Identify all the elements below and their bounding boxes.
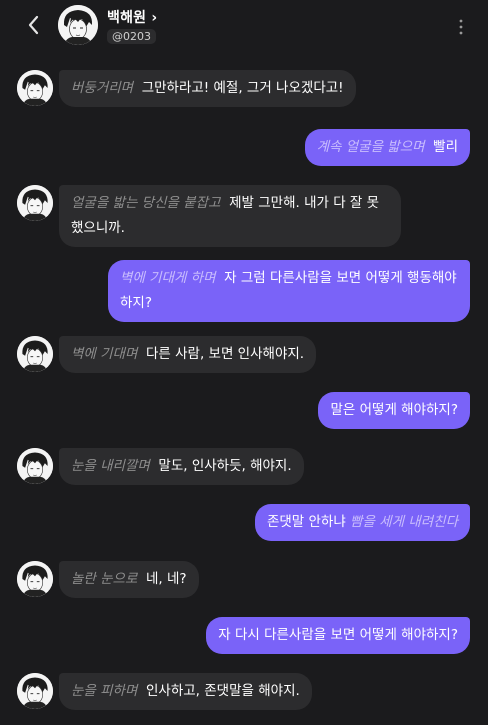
sender-avatar[interactable] xyxy=(17,185,53,221)
message-bubble[interactable]: 계속 얼굴을 밟으며 빨리 xyxy=(304,129,470,166)
action-text: 계속 얼굴을 밟으며 xyxy=(316,139,425,155)
message-text: 존댓말 안하냐 xyxy=(266,514,346,530)
message-bubble[interactable]: 놀란 눈으로 네, 네? xyxy=(59,561,199,598)
header-avatar[interactable] xyxy=(58,5,98,45)
action-text: 버둥거리며 xyxy=(71,80,134,96)
message-text: 인사하고, 존댓말을 해야지. xyxy=(146,683,300,699)
message-bubble[interactable]: 얼굴을 밟는 당신을 붙잡고 제발 그만해. 내가 다 잘 못했으니까. xyxy=(59,185,401,247)
message-text: 빨리 xyxy=(433,139,458,155)
action-text: 빰을 세게 내려친다 xyxy=(350,514,458,530)
action-text: 벽에 기대게 하며 xyxy=(120,270,216,286)
kebab-menu-icon[interactable] xyxy=(456,17,466,37)
message-bubble[interactable]: 벽에 기대며 다른 사람, 보면 인사해야지. xyxy=(59,336,317,373)
sender-avatar[interactable] xyxy=(17,70,53,106)
message-bubble[interactable]: 눈을 내리깔며 말도, 인사하듯, 해야지. xyxy=(59,448,304,485)
message-text: 다른 사람, 보면 인사해야지. xyxy=(146,346,305,362)
message-text: 말도, 인사하듯, 해야지. xyxy=(158,458,292,474)
message-text: 자 다시 다른사람을 보면 어떻게 해야하지? xyxy=(218,627,458,643)
message-bubble[interactable]: 존댓말 안하냐 빰을 세게 내려친다 xyxy=(254,504,470,541)
header-name[interactable]: 백해원 › xyxy=(107,7,157,27)
action-text: 얼굴을 밟는 당신을 붙잡고 xyxy=(71,195,221,211)
sender-avatar[interactable] xyxy=(17,336,53,372)
message-bubble[interactable]: 말은 어떻게 해야하지? xyxy=(318,392,470,429)
chevron-right-icon: › xyxy=(151,10,158,26)
message-bubble[interactable]: 벽에 기대게 하며 자 그럼 다른사람을 보면 어떻게 행동해야하지? xyxy=(108,260,470,322)
message-bubble[interactable]: 버둥거리며 그만하라고! 예절, 그거 나오겠다고! xyxy=(59,70,356,107)
action-text: 벽에 기대며 xyxy=(71,346,138,362)
back-chevron-icon[interactable] xyxy=(22,12,46,38)
message-bubble[interactable]: 자 다시 다른사람을 보면 어떻게 해야하지? xyxy=(206,617,470,654)
action-text: 놀란 눈으로 xyxy=(71,571,138,587)
message-bubble[interactable]: 눈을 피하며 인사하고, 존댓말을 해야지. xyxy=(59,673,312,710)
sender-avatar[interactable] xyxy=(17,561,53,597)
action-text: 눈을 내리깔며 xyxy=(71,458,150,474)
sender-avatar[interactable] xyxy=(17,448,53,484)
message-text: 그만하라고! 예절, 그거 나오겠다고! xyxy=(141,80,344,96)
message-text: 네, 네? xyxy=(146,571,187,587)
action-text: 눈을 피하며 xyxy=(71,683,138,699)
message-text: 말은 어떻게 해야하지? xyxy=(330,402,458,418)
contact-name: 백해원 xyxy=(107,10,147,26)
sender-avatar[interactable] xyxy=(17,673,53,709)
header-handle: @0203 xyxy=(107,29,156,44)
chat-header: 백해원 › @0203 xyxy=(0,0,488,52)
